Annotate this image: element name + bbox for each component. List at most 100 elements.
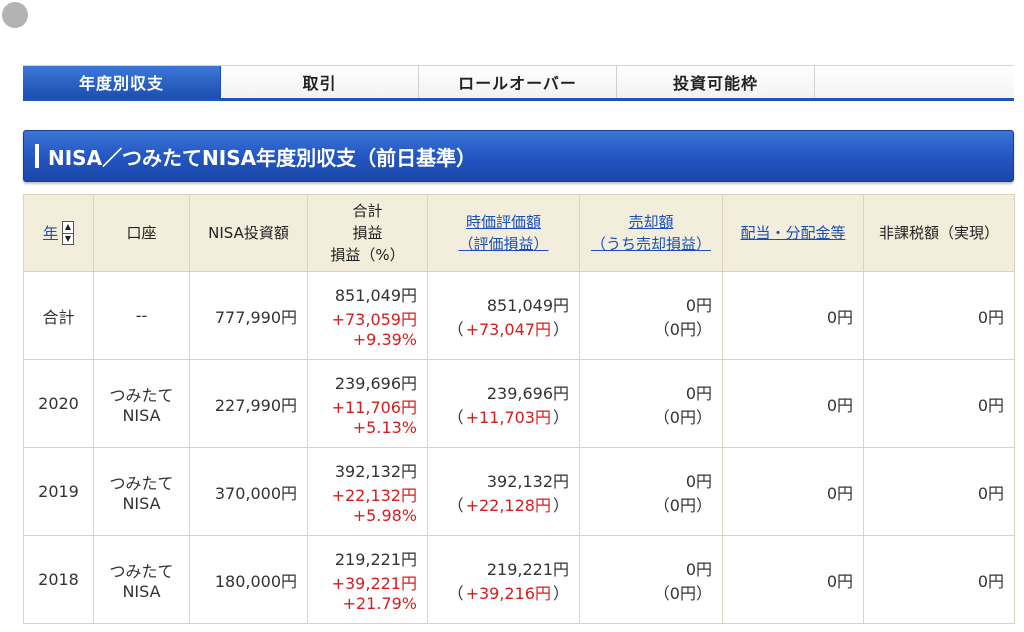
- cell-taxfree: 0円: [863, 271, 1015, 360]
- tab-bar: 年度別収支 取引 ロールオーバー 投資可能枠: [23, 65, 1014, 101]
- sale-pl-line: （0円）: [653, 407, 712, 427]
- sort-dividend-link[interactable]: 配当・分配金等: [740, 224, 845, 242]
- cell-sale: 0円 （0円）: [579, 535, 723, 624]
- header-sale: 売却額 （うち売却損益）: [579, 194, 723, 272]
- cell-market-value: 392,132円 （+22,128円）: [427, 447, 580, 536]
- cell-year: 2018: [23, 535, 94, 624]
- table-row: 2020 つみたて NISA 227,990円 239,696円 +11,706…: [23, 359, 1015, 448]
- market-value: 851,049円: [486, 295, 569, 315]
- header-total-l2: 損益: [352, 224, 383, 242]
- market-value: 219,221円: [486, 559, 569, 579]
- cell-investment: 180,000円: [189, 535, 308, 624]
- sale-pl: 0円: [669, 495, 696, 515]
- total-pct: +9.39%: [352, 330, 417, 349]
- cell-dividend: 0円: [722, 271, 864, 360]
- cell-total: 239,696円 +11,706円 +5.13%: [307, 359, 428, 448]
- market-pl: +73,047円: [465, 319, 551, 339]
- total-value: 219,221円: [334, 550, 417, 569]
- tab-bar-filler: [815, 66, 1014, 98]
- cell-market-value: 851,049円 （+73,047円）: [427, 271, 580, 360]
- market-pl-line: （+73,047円）: [447, 319, 569, 339]
- header-dividend: 配当・分配金等: [722, 194, 864, 272]
- sale-value: 0円: [685, 559, 712, 579]
- account-line1: --: [135, 306, 148, 325]
- nisa-annual-table: 年 ▲ ▼ 口座 NISA投資額 合計 損益 損益（%） 時価評価額 （評価損益）…: [23, 194, 1015, 624]
- section-heading: NISA／つみたてNISA年度別収支（前日基準）: [23, 130, 1014, 182]
- sale-value: 0円: [685, 471, 712, 491]
- status-dot: [2, 2, 28, 28]
- cell-dividend: 0円: [722, 359, 864, 448]
- market-value: 239,696円: [486, 383, 569, 403]
- account-line1: つみたて: [109, 386, 174, 405]
- market-pl-line: （+22,128円）: [447, 495, 569, 515]
- cell-total: 392,132円 +22,132円 +5.98%: [307, 447, 428, 536]
- account-line1: つみたて: [109, 474, 174, 493]
- cell-year: 合計: [23, 271, 94, 360]
- heading-bar-marker: [35, 144, 39, 168]
- sort-sale-pl-link[interactable]: （うち売却損益）: [580, 233, 722, 255]
- table-row: 2018 つみたて NISA 180,000円 219,221円 +39,221…: [23, 535, 1015, 624]
- total-value: 239,696円: [334, 374, 417, 393]
- header-market-value: 時価評価額 （評価損益）: [427, 194, 580, 272]
- total-pct: +21.79%: [342, 594, 417, 613]
- cell-total: 219,221円 +39,221円 +21.79%: [307, 535, 428, 624]
- cell-account: つみたて NISA: [93, 535, 190, 624]
- total-pl: +22,132円: [331, 486, 417, 505]
- market-pl: +22,128円: [465, 495, 551, 515]
- account-line1: つみたて: [109, 562, 174, 581]
- total-pl: +73,059円: [331, 310, 417, 329]
- sale-value: 0円: [685, 295, 712, 315]
- market-value: 392,132円: [486, 471, 569, 491]
- account-line2: NISA: [122, 494, 161, 513]
- total-pct: +5.13%: [352, 418, 417, 437]
- header-investment: NISA投資額: [189, 194, 308, 272]
- cell-account: つみたて NISA: [93, 359, 190, 448]
- sort-market-pl-link[interactable]: （評価損益）: [428, 233, 579, 255]
- section-title-text: NISA／つみたてNISA年度別収支（前日基準）: [48, 145, 477, 170]
- market-pl-line: （+11,703円）: [447, 407, 569, 427]
- market-pl: +11,703円: [465, 407, 551, 427]
- total-value: 851,049円: [334, 286, 417, 305]
- cell-taxfree: 0円: [863, 535, 1015, 624]
- sale-pl: 0円: [669, 407, 696, 427]
- cell-market-value: 239,696円 （+11,703円）: [427, 359, 580, 448]
- cell-year: 2020: [23, 359, 94, 448]
- cell-taxfree: 0円: [863, 359, 1015, 448]
- account-line2: NISA: [122, 406, 161, 425]
- total-pct: +5.98%: [352, 506, 417, 525]
- market-pl: +39,216円: [465, 583, 551, 603]
- sale-pl: 0円: [669, 583, 696, 603]
- cell-investment: 370,000円: [189, 447, 308, 536]
- cell-taxfree: 0円: [863, 447, 1015, 536]
- cell-market-value: 219,221円 （+39,216円）: [427, 535, 580, 624]
- market-pl-line: （+39,216円）: [447, 583, 569, 603]
- sort-market-value-link[interactable]: 時価評価額: [428, 211, 579, 233]
- header-taxfree: 非課税額（実現）: [863, 194, 1015, 272]
- header-total: 合計 損益 損益（%）: [307, 194, 428, 272]
- header-account: 口座: [93, 194, 190, 272]
- sale-pl-line: （0円）: [653, 319, 712, 339]
- header-year: 年 ▲ ▼: [23, 194, 94, 272]
- cell-year: 2019: [23, 447, 94, 536]
- cell-sale: 0円 （0円）: [579, 359, 723, 448]
- sale-pl-line: （0円）: [653, 495, 712, 515]
- cell-investment: 777,990円: [189, 271, 308, 360]
- cell-total: 851,049円 +73,059円 +9.39%: [307, 271, 428, 360]
- cell-account: --: [93, 271, 190, 360]
- tab-investable-limit[interactable]: 投資可能枠: [617, 66, 815, 98]
- sort-sale-link[interactable]: 売却額: [580, 211, 722, 233]
- cell-account: つみたて NISA: [93, 447, 190, 536]
- sort-toggle-icon[interactable]: ▲ ▼: [62, 221, 74, 245]
- header-total-l3: 損益（%）: [330, 246, 405, 264]
- sort-year-link[interactable]: 年: [43, 222, 58, 244]
- cell-investment: 227,990円: [189, 359, 308, 448]
- tab-transactions[interactable]: 取引: [221, 66, 419, 98]
- sale-value: 0円: [685, 383, 712, 403]
- table-header-row: 年 ▲ ▼ 口座 NISA投資額 合計 損益 損益（%） 時価評価額 （評価損益）…: [23, 194, 1015, 272]
- cell-dividend: 0円: [722, 447, 864, 536]
- cell-sale: 0円 （0円）: [579, 447, 723, 536]
- cell-sale: 0円 （0円）: [579, 271, 723, 360]
- tab-annual-balance[interactable]: 年度別収支: [23, 66, 221, 98]
- account-line2: NISA: [122, 582, 161, 601]
- tab-rollover[interactable]: ロールオーバー: [419, 66, 617, 98]
